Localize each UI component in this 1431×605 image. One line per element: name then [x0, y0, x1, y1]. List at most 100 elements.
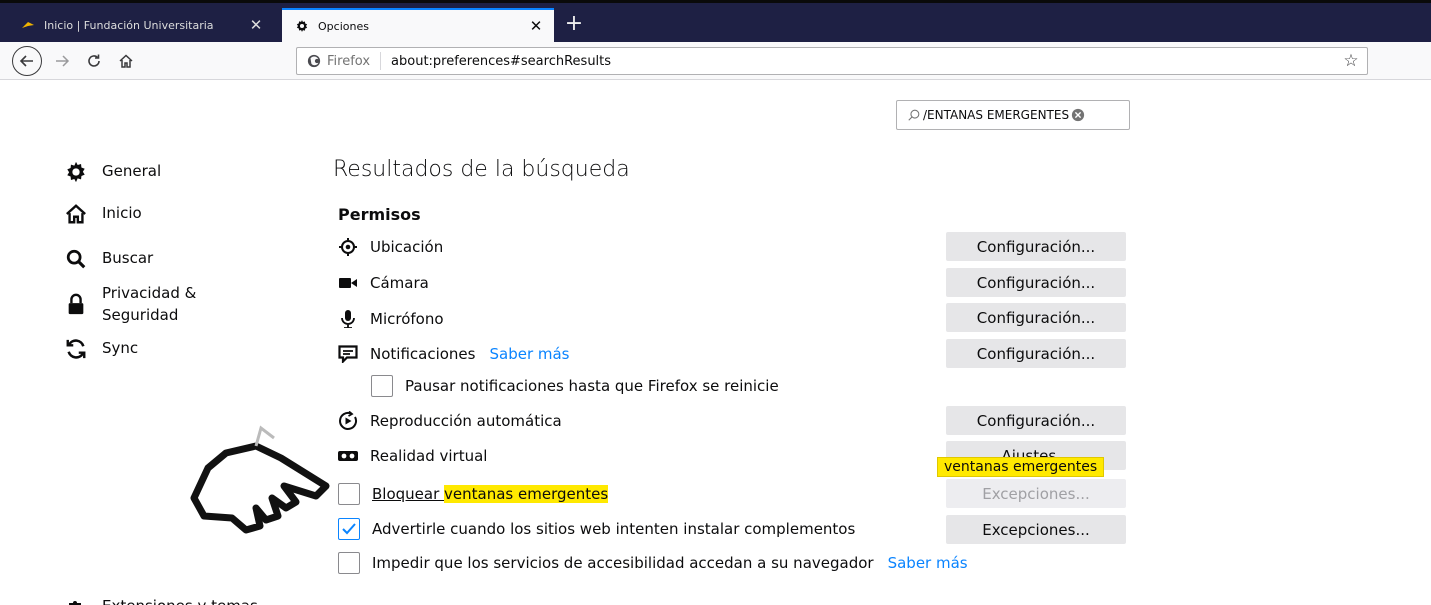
checkmark-icon	[342, 523, 356, 535]
university-favicon-icon	[20, 17, 36, 33]
preferences-search-input[interactable]: /ENTANAS EMERGENTES	[896, 100, 1130, 130]
camera-icon	[338, 273, 358, 293]
permission-label: Ubicación	[370, 238, 444, 256]
tab-strip: Inicio | Fundación Universitaria ✕ Opcio…	[0, 0, 1431, 42]
sync-icon	[64, 337, 88, 361]
back-button[interactable]	[12, 46, 42, 76]
home-button[interactable]	[112, 47, 140, 75]
sidebar-item-inicio[interactable]: Inicio	[64, 202, 142, 226]
url-bar[interactable]: Firefox about:preferences#searchResults …	[296, 47, 1368, 75]
identity-box[interactable]: Firefox	[297, 52, 382, 70]
prevent-a11y-checkbox[interactable]	[338, 552, 360, 574]
new-tab-button[interactable]: +	[560, 10, 588, 40]
block-popups-row: Bloquear ventanas emergentes	[338, 483, 609, 505]
autoplay-icon	[338, 411, 358, 431]
search-highlight: ventanas emergentes	[444, 485, 609, 503]
search-icon	[64, 247, 88, 271]
sidebar-item-label: Sync	[102, 339, 139, 357]
button-label: Configuración...	[976, 308, 1096, 327]
pause-notifications-checkbox[interactable]	[371, 375, 393, 397]
block-popups-checkbox[interactable]	[338, 483, 360, 505]
checkbox-label[interactable]: Pausar notificaciones hasta que Firefox …	[405, 377, 779, 395]
permission-label: Micrófono	[370, 310, 444, 328]
addons-exceptions-button[interactable]: Excepciones...	[946, 515, 1126, 544]
home-icon	[64, 202, 88, 226]
sidebar-item-privacidad[interactable]: Privacidad & Seguridad	[64, 282, 196, 326]
sidebar-item-label: Buscar	[102, 249, 154, 267]
button-label: Configuración...	[976, 344, 1096, 363]
block-popups-label[interactable]: Bloquear ventanas emergentes	[372, 485, 609, 503]
lock-icon	[64, 292, 88, 316]
permission-label: Realidad virtual	[370, 447, 488, 465]
notifications-settings-button[interactable]: Configuración...	[946, 339, 1126, 368]
sidebar-item-sync[interactable]: Sync	[64, 337, 138, 361]
close-icon[interactable]: ✕	[244, 16, 268, 34]
permission-row-microfono: Micrófono	[338, 309, 444, 329]
button-label: Configuración...	[976, 411, 1096, 430]
notification-icon	[338, 344, 358, 364]
url-text[interactable]: about:preferences#searchResults	[381, 54, 1335, 69]
permission-label: Cámara	[370, 274, 429, 292]
gear-icon	[294, 18, 310, 34]
clear-search-icon[interactable]	[1071, 108, 1085, 122]
learn-more-link[interactable]: Saber más	[888, 554, 968, 572]
microphone-icon	[338, 309, 358, 329]
button-label: Excepciones...	[982, 484, 1090, 503]
tab-opciones[interactable]: Opciones ✕	[282, 8, 554, 42]
location-icon	[338, 237, 358, 257]
permission-label: Notificaciones	[370, 345, 476, 363]
home-icon	[119, 54, 133, 68]
section-title-permisos: Permisos	[338, 205, 421, 224]
sidebar-item-label: Extensiones y temas	[102, 597, 258, 605]
reload-icon	[88, 54, 100, 67]
permission-row-ubicacion: Ubicación	[338, 237, 443, 257]
prevent-a11y-label[interactable]: Impedir que los servicios de accesibilid…	[372, 554, 874, 572]
pointing-hand-icon	[190, 425, 330, 534]
prevent-a11y-row: Impedir que los servicios de accesibilid…	[338, 552, 968, 574]
gear-icon	[64, 160, 88, 184]
camera-settings-button[interactable]: Configuración...	[946, 268, 1126, 297]
warn-addons-checkbox[interactable]	[338, 518, 360, 540]
navigation-toolbar: Firefox about:preferences#searchResults …	[0, 42, 1431, 80]
autoplay-settings-button[interactable]: Configuración...	[946, 406, 1126, 435]
block-popups-prefix: Bloquear	[372, 485, 445, 503]
window-top-border	[0, 0, 1431, 3]
back-arrow-icon	[19, 55, 33, 67]
permission-row-vr: Realidad virtual	[338, 446, 487, 466]
warn-addons-row: Advertirle cuando los sitios web intente…	[338, 518, 855, 540]
sidebar-item-label: Privacidad & Seguridad	[102, 284, 197, 324]
identity-label: Firefox	[327, 53, 371, 69]
reload-button[interactable]	[80, 47, 108, 75]
sidebar-item-general[interactable]: General	[64, 160, 161, 184]
sidebar-item-label: Inicio	[102, 204, 142, 222]
close-icon[interactable]: ✕	[524, 17, 548, 35]
sidebar-item-extensions[interactable]: Extensiones y temas	[64, 594, 258, 605]
search-icon	[908, 109, 920, 121]
puzzle-icon	[64, 594, 88, 605]
popup-exceptions-button[interactable]: Excepciones...	[946, 479, 1126, 508]
permission-row-camara: Cámara	[338, 273, 429, 293]
microphone-settings-button[interactable]: Configuración...	[946, 303, 1126, 332]
vr-headset-icon	[338, 446, 358, 466]
tab-inicio[interactable]: Inicio | Fundación Universitaria ✕	[8, 8, 274, 42]
search-match-tooltip: ventanas emergentes	[937, 457, 1105, 477]
warn-addons-label[interactable]: Advertirle cuando los sitios web intente…	[372, 520, 855, 538]
location-settings-button[interactable]: Configuración...	[946, 232, 1126, 261]
bookmark-star-icon[interactable]: ☆	[1335, 51, 1367, 71]
pause-notifications-row: Pausar notificaciones hasta que Firefox …	[371, 375, 779, 397]
forward-arrow-icon	[56, 55, 70, 67]
page-title: Resultados de la búsqueda	[333, 157, 630, 182]
button-label: Configuración...	[976, 237, 1096, 256]
button-label: Configuración...	[976, 273, 1096, 292]
preferences-search-value: /ENTANAS EMERGENTES	[923, 108, 1070, 122]
permission-row-autoplay: Reproducción automática	[338, 411, 562, 431]
permission-row-notificaciones: Notificaciones Saber más	[338, 344, 570, 364]
sidebar-item-label: General	[102, 162, 162, 180]
sidebar-item-buscar[interactable]: Buscar	[64, 247, 153, 271]
tab-title: Inicio | Fundación Universitaria	[44, 18, 214, 32]
button-label: Excepciones...	[982, 520, 1090, 539]
learn-more-link[interactable]: Saber más	[489, 345, 569, 363]
permission-label: Reproducción automática	[370, 412, 562, 430]
forward-button[interactable]	[48, 47, 76, 75]
firefox-logo-icon	[307, 54, 321, 68]
